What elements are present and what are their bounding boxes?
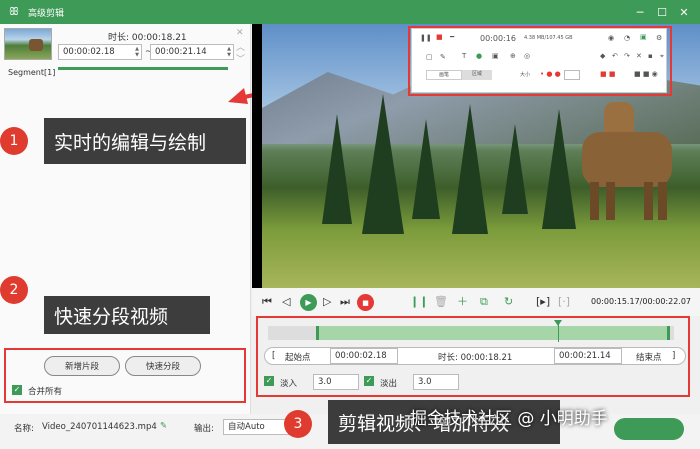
copy-icon[interactable]: ⧉: [480, 296, 488, 308]
segment-duration: 时长: 00:00:18.21: [108, 33, 187, 43]
close-icon[interactable]: ✕: [672, 0, 696, 24]
play-button[interactable]: ▶: [300, 294, 317, 311]
segment-start-field[interactable]: 00:00:02.18 ▲ ▼: [58, 44, 142, 60]
rotate-icon[interactable]: ↻: [504, 296, 513, 308]
start-bracket-icon: [: [272, 351, 276, 361]
app-logo-icon: ꕥ: [8, 5, 20, 18]
merge-all-checkbox[interactable]: ✓: [12, 385, 22, 395]
fade-out-checkbox[interactable]: ✓: [364, 376, 374, 386]
window-title: 高级剪辑: [28, 8, 65, 19]
new-segment-button[interactable]: 新增片段: [44, 356, 120, 376]
range-end-field[interactable]: 00:00:21.14: [554, 348, 622, 364]
timeline-track[interactable]: [268, 326, 674, 340]
timeline-selection[interactable]: [316, 326, 670, 340]
set-end-button[interactable]: 结束点: [636, 351, 662, 363]
annotation-callout-1: 实时的编辑与绘制: [44, 118, 246, 164]
fade-in-label: 淡入: [280, 379, 298, 389]
range-duration: 时长: 00:00:18.21: [438, 353, 513, 363]
output-select[interactable]: 自动Auto: [223, 419, 293, 435]
segment-label: Segment[1]: [8, 68, 56, 77]
fade-in-checkbox[interactable]: ✓: [264, 376, 274, 386]
export-button[interactable]: [614, 418, 684, 440]
annotation-callout-2: 快速分段视频: [44, 296, 210, 334]
toolbox-highlight: [408, 26, 672, 96]
player-timecode: 00:00:15.17/00:00:22.07: [591, 297, 691, 306]
cow-image: [582, 102, 672, 222]
trash-icon[interactable]: 🗑: [434, 296, 448, 308]
player-controls: ⏮ ◁ ▶ ▷ ⏭ ■ ❙❙ 🗑 ＋ ⧉ ↻ [▸] [·] 00:00:15.…: [252, 288, 700, 316]
fade-in-field[interactable]: 3.0: [313, 374, 359, 390]
fade-out-label: 淡出: [380, 379, 398, 389]
file-name: Video_240701144623.mp4: [42, 422, 157, 432]
fade-out-field[interactable]: 3.0: [413, 374, 459, 390]
segment-progress: [58, 67, 228, 70]
set-start-button[interactable]: 起始点: [285, 351, 311, 363]
segment-end-field[interactable]: 00:00:21.14 ▲ ▼: [150, 44, 234, 60]
watermark: 掘金技术社区 @ 小明助手: [410, 409, 608, 429]
split-icon[interactable]: ❙❙: [410, 296, 428, 308]
maximize-icon[interactable]: ☐: [650, 0, 674, 24]
annotation-badge-2: 2: [0, 276, 28, 304]
range-start-field[interactable]: 00:00:02.18: [330, 348, 398, 364]
title-bar: ꕥ 高级剪辑 ─ ☐ ✕: [0, 0, 700, 24]
next-frame-icon[interactable]: ▷: [323, 296, 331, 308]
skip-start-icon[interactable]: ⏮: [262, 296, 272, 308]
edit-name-icon[interactable]: ✎: [160, 421, 167, 431]
mark-out-icon[interactable]: [·]: [558, 296, 570, 308]
end-bracket-icon: ]: [672, 351, 676, 361]
spinner-icon[interactable]: ▲ ▼: [135, 46, 139, 58]
minimize-icon[interactable]: ─: [628, 0, 652, 24]
skip-end-icon[interactable]: ⏭: [340, 296, 350, 308]
segment-thumbnail[interactable]: [4, 28, 52, 60]
mark-in-icon[interactable]: [▸]: [536, 296, 550, 308]
annotation-badge-1: 1: [0, 127, 28, 155]
add-icon[interactable]: ＋: [457, 296, 468, 308]
prev-frame-icon[interactable]: ◁: [282, 296, 290, 308]
output-label: 输出:: [194, 424, 214, 434]
file-name-label: 名称:: [14, 424, 34, 434]
remove-segment-icon[interactable]: ✕: [236, 28, 244, 38]
merge-all-label: 合并所有: [28, 387, 63, 397]
annotation-badge-3: 3: [284, 410, 312, 438]
stop-button[interactable]: ■: [357, 294, 374, 311]
spinner-icon[interactable]: ▲ ▼: [227, 46, 231, 58]
timeline-playhead[interactable]: [554, 320, 562, 342]
quick-split-button[interactable]: 快速分段: [125, 356, 201, 376]
